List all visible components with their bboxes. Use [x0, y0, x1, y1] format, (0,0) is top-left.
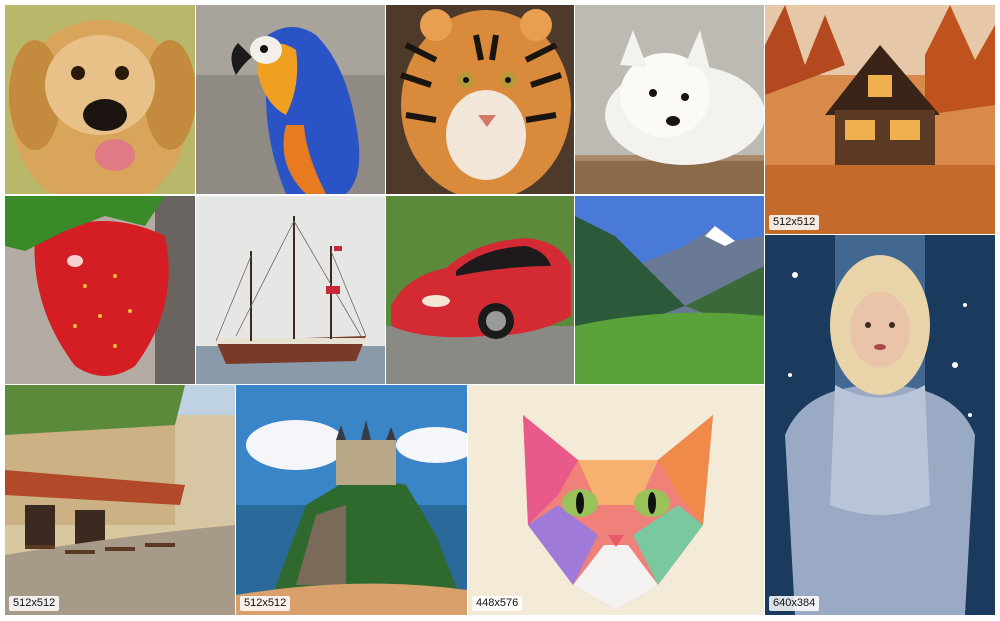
mountain-valley-image	[575, 196, 764, 384]
resolution-label: 512x512	[240, 596, 291, 611]
tiger-image	[386, 5, 574, 194]
autumn-cabin-image: 512x512	[765, 5, 995, 234]
resolution-label: 512x512	[769, 215, 820, 230]
resolution-label: 448x576	[472, 596, 523, 611]
macaw-parrot-image	[196, 5, 385, 194]
cliff-castle-image: 512x512	[236, 385, 467, 615]
red-sports-car-image	[386, 196, 574, 384]
golden-retriever-image	[5, 5, 195, 194]
resolution-label: 512x512	[9, 596, 60, 611]
sailing-ship-image	[196, 196, 385, 384]
resolution-label: 640x384	[769, 596, 820, 611]
winter-woman-image: 640x384	[765, 235, 995, 615]
street-cafe-image: 512x512	[5, 385, 235, 615]
arctic-fox-image	[575, 5, 764, 194]
geometric-cat-image: 448x576	[468, 385, 764, 615]
strawberry-image	[5, 196, 195, 384]
